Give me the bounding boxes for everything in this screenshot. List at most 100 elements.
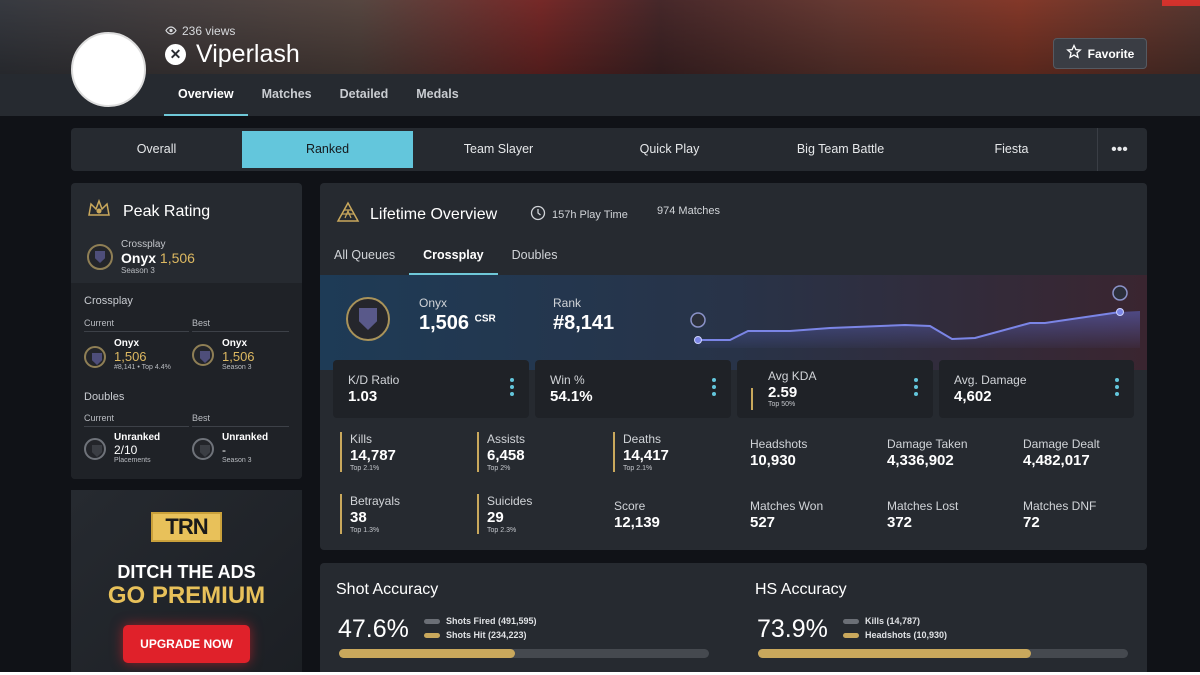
peak-rating-header: Peak Rating xyxy=(87,198,210,224)
avatar[interactable] xyxy=(71,32,146,107)
clock-icon xyxy=(530,205,546,224)
premium-ad[interactable]: TRN DITCH THE ADS GO PREMIUM UPGRADE NOW xyxy=(71,490,302,675)
hs-legend-headshots: Headshots (10,930) xyxy=(843,630,947,640)
doubles-current-label: Current xyxy=(84,413,115,423)
mode-big-team-battle[interactable]: Big Team Battle xyxy=(755,128,926,171)
doubles-current: Current Unranked 2/10 Placements xyxy=(84,413,189,464)
stat-card-kda[interactable]: Avg KDA 2.59 Top 50% xyxy=(737,360,933,418)
upgrade-now-button[interactable]: UPGRADE NOW xyxy=(123,625,250,663)
mode-fiesta[interactable]: Fiesta xyxy=(926,128,1097,171)
more-modes-button[interactable]: ••• xyxy=(1097,128,1141,171)
tab-medals[interactable]: Medals xyxy=(402,74,472,116)
stat-label: Betrayals xyxy=(350,494,401,508)
stat-matches-lost: Matches Lost 372 xyxy=(887,499,958,531)
lifetime-overview-card: Lifetime Overview 157h Play Time 974 Mat… xyxy=(320,183,1147,550)
legend-swatch xyxy=(843,632,859,638)
stat-value: 4,336,902 xyxy=(887,452,954,469)
leaderboard-rank: Rank #8,141 xyxy=(553,296,614,335)
doubles-best: Best Unranked - Season 3 xyxy=(192,413,289,464)
stat-deaths: Deaths 14,417 Top 2.1% xyxy=(613,432,669,472)
tab-overview[interactable]: Overview xyxy=(164,74,248,116)
view-count: 236 views xyxy=(165,24,235,38)
unranked-icon xyxy=(84,438,106,460)
stat-value: 29 xyxy=(487,509,504,526)
doubles-best-label: Best xyxy=(192,413,211,423)
crossplay-current-rank: Onyx xyxy=(114,338,140,349)
more-vert-icon[interactable] xyxy=(1115,378,1119,396)
tab-detailed[interactable]: Detailed xyxy=(326,74,403,116)
rating-end-point xyxy=(1116,308,1124,316)
doubles-current-sub: Placements xyxy=(114,457,151,464)
crossplay-best-label: Best xyxy=(192,318,211,328)
peak-playlist: Crossplay xyxy=(121,239,166,250)
stat-card-win[interactable]: Win % 54.1% xyxy=(535,360,731,418)
stat-value: 6,458 xyxy=(487,447,525,464)
crossplay-best: Best Onyx 1,506 Season 3 xyxy=(192,318,289,371)
stat-label: Damage Dealt xyxy=(1023,437,1100,451)
ad-subheadline: GO PREMIUM xyxy=(107,582,266,609)
stat-card-damage[interactable]: Avg. Damage 4,602 xyxy=(939,360,1134,418)
stat-label: Headshots xyxy=(750,437,808,451)
eye-icon xyxy=(165,24,177,38)
stat-value: 527 xyxy=(750,514,776,531)
more-vert-icon[interactable] xyxy=(914,378,918,396)
csr-value: 1,506 xyxy=(419,312,470,334)
player-name: ✕ Viperlash xyxy=(165,40,300,69)
stat-card-kd[interactable]: K/D Ratio 1.03 xyxy=(333,360,529,418)
peak-best-row: Crossplay Onyx 1,506 Season 3 xyxy=(87,239,195,275)
legend-text: Shots Fired (491,595) xyxy=(446,616,537,626)
mode-team-slayer[interactable]: Team Slayer xyxy=(413,128,584,171)
stat-label: Assists xyxy=(487,432,526,446)
more-vert-icon[interactable] xyxy=(712,378,716,396)
views-text: 236 views xyxy=(182,24,236,38)
more-vert-icon[interactable] xyxy=(510,378,514,396)
current-rank: Onyx 1,506 CSR xyxy=(419,296,496,335)
lifetime-header: Lifetime Overview xyxy=(336,201,497,228)
accuracy-card: Shot Accuracy 47.6% Shots Fired (491,595… xyxy=(320,563,1147,675)
stat-matches-won: Matches Won 527 xyxy=(750,499,823,531)
stat-card-value: 2.59 xyxy=(768,384,798,401)
stat-label: Damage Taken xyxy=(887,437,968,451)
crossplay-current: Current Onyx 1,506 #8,141 • Top 4.4% xyxy=(84,318,189,371)
peak-details: Crossplay Current Onyx 1,506 #8,141 • To… xyxy=(71,283,302,479)
stat-value: 12,139 xyxy=(614,514,660,531)
onyx-rank-icon xyxy=(84,346,106,368)
divider xyxy=(84,331,189,332)
stat-percentile: Top 1.3% xyxy=(350,527,380,534)
crossplay-current-label: Current xyxy=(84,318,115,328)
peak-rating: 1,506 xyxy=(159,250,195,266)
stat-card-value: 54.1% xyxy=(550,388,593,405)
stat-percentile: Top 2.3% xyxy=(487,527,517,534)
stat-label: Kills xyxy=(350,432,373,446)
hs-accuracy-title: HS Accuracy xyxy=(755,581,847,598)
mode-ranked[interactable]: Ranked xyxy=(242,131,413,168)
stat-suicides: Suicides 29 Top 2.3% xyxy=(477,494,532,534)
doubles-current-rating: 2/10 xyxy=(114,443,138,457)
ad-headline: DITCH THE ADS xyxy=(117,562,256,582)
unranked-icon xyxy=(192,438,214,460)
end-rank-icon xyxy=(1112,285,1128,301)
shot-legend-fired: Shots Fired (491,595) xyxy=(424,616,537,626)
matches-count: 974 Matches xyxy=(657,205,720,217)
playtime-text: 157h Play Time xyxy=(552,208,628,221)
stat-assists: Assists 6,458 Top 2% xyxy=(477,432,525,472)
crossplay-section-title: Crossplay xyxy=(84,295,133,307)
doubles-best-rank: Unranked xyxy=(222,432,269,443)
mode-overall[interactable]: Overall xyxy=(71,128,242,171)
shot-accuracy-bar xyxy=(339,649,709,658)
favorite-button[interactable]: Favorite xyxy=(1053,38,1147,69)
legend-text: Shots Hit (234,223) xyxy=(446,630,527,640)
stat-percentile: Top 2.1% xyxy=(350,465,380,472)
trn-logo: TRN xyxy=(151,512,222,542)
doubles-best-sub: Season 3 xyxy=(222,457,252,464)
rank-label: Rank xyxy=(553,296,582,310)
hs-accuracy-fill xyxy=(758,649,1032,658)
tab-all-queues[interactable]: All Queues xyxy=(320,235,409,275)
legend-text: Headshots (10,930) xyxy=(865,630,948,640)
stat-label: Deaths xyxy=(623,432,662,446)
mode-quick-play[interactable]: Quick Play xyxy=(584,128,755,171)
rating-history-chart xyxy=(690,285,1140,348)
tab-crossplay[interactable]: Crossplay xyxy=(409,235,498,275)
tab-doubles[interactable]: Doubles xyxy=(498,235,572,275)
tab-matches[interactable]: Matches xyxy=(248,74,326,116)
